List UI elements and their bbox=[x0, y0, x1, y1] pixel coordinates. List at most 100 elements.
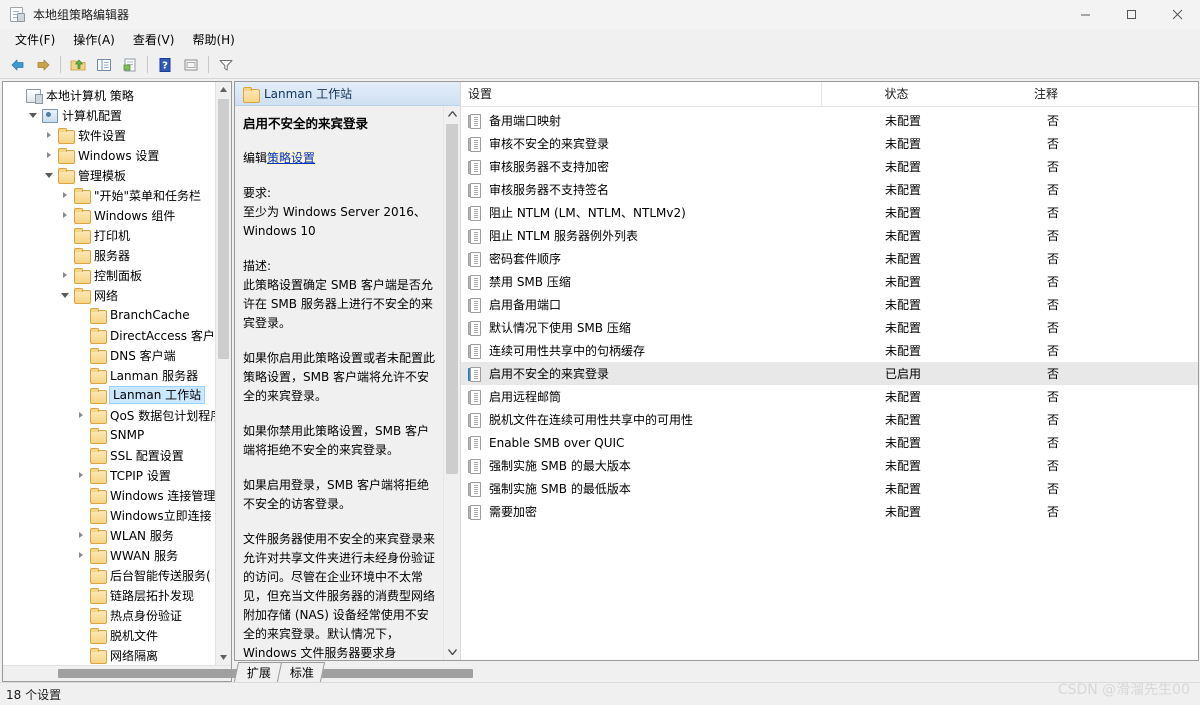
menu-view[interactable]: 查看(V) bbox=[124, 29, 184, 51]
tree-item[interactable]: Windows 组件 bbox=[3, 205, 231, 225]
edit-policy-setting-link[interactable]: 策略设置 bbox=[267, 151, 315, 165]
maximize-button[interactable] bbox=[1108, 0, 1154, 28]
tree-item[interactable]: 计算机配置 bbox=[3, 105, 231, 125]
tree-item[interactable]: 管理模板 bbox=[3, 165, 231, 185]
tree-item[interactable]: 服务器 bbox=[3, 245, 231, 265]
tree-item[interactable]: Windows 连接管理器 bbox=[3, 485, 231, 505]
menu-help[interactable]: 帮助(H) bbox=[183, 29, 243, 51]
chevron-right-icon[interactable] bbox=[73, 547, 89, 563]
close-button[interactable] bbox=[1154, 0, 1200, 28]
tree-horizontal-scrollbar[interactable] bbox=[3, 665, 231, 681]
table-row[interactable]: 启用远程邮筒未配置否 bbox=[461, 385, 1198, 408]
table-row[interactable]: 启用备用端口未配置否 bbox=[461, 293, 1198, 316]
description-vertical-scrollbar[interactable] bbox=[443, 106, 460, 660]
table-row[interactable]: 审核不安全的来宾登录未配置否 bbox=[461, 132, 1198, 155]
table-row[interactable]: 强制实施 SMB 的最低版本未配置否 bbox=[461, 477, 1198, 500]
tree-scrollbar-thumb[interactable] bbox=[218, 99, 229, 359]
table-row[interactable]: 审核服务器不支持签名未配置否 bbox=[461, 178, 1198, 201]
tree-item[interactable]: WLAN 服务 bbox=[3, 525, 231, 545]
window-title: 本地组策略编辑器 bbox=[33, 6, 129, 23]
table-row[interactable]: 备用端口映射未配置否 bbox=[461, 109, 1198, 132]
setting-name-cell: 禁用 SMB 压缩 bbox=[461, 273, 828, 290]
status-text: 18 个设置 bbox=[6, 686, 61, 703]
tree-item[interactable]: SSL 配置设置 bbox=[3, 445, 231, 465]
table-row[interactable]: 脱机文件在连续可用性共享中的可用性未配置否 bbox=[461, 408, 1198, 431]
tree-item[interactable]: Windows立即连接 bbox=[3, 505, 231, 525]
table-row[interactable]: 默认情况下使用 SMB 压缩未配置否 bbox=[461, 316, 1198, 339]
tree-item[interactable]: 软件设置 bbox=[3, 125, 231, 145]
table-row[interactable]: Enable SMB over QUIC未配置否 bbox=[461, 431, 1198, 454]
tree-item[interactable]: 控制面板 bbox=[3, 265, 231, 285]
table-row[interactable]: 连续可用性共享中的句柄缓存未配置否 bbox=[461, 339, 1198, 362]
column-header-state[interactable]: 状态 bbox=[821, 82, 971, 106]
tree-item[interactable]: "开始"菜单和任务栏 bbox=[3, 185, 231, 205]
filter-button[interactable] bbox=[213, 53, 239, 76]
table-row[interactable]: 需要加密未配置否 bbox=[461, 500, 1198, 523]
tab-standard[interactable]: 标准 bbox=[277, 662, 325, 682]
description-scroll-up-icon[interactable] bbox=[444, 106, 460, 122]
export-list-button[interactable] bbox=[117, 53, 143, 76]
tree-vertical-scrollbar[interactable] bbox=[215, 82, 231, 665]
table-row[interactable]: 启用不安全的来宾登录已启用否 bbox=[461, 362, 1198, 385]
tree-item[interactable]: DNS 客户端 bbox=[3, 345, 231, 365]
show-hide-tree-button[interactable] bbox=[91, 53, 117, 76]
chevron-right-icon[interactable] bbox=[57, 267, 73, 283]
tree-item[interactable]: 网络隔离 bbox=[3, 645, 231, 665]
chevron-down-icon[interactable] bbox=[41, 167, 57, 183]
tree-item[interactable]: 脱机文件 bbox=[3, 625, 231, 645]
tree-item[interactable]: 链路层拓扑发现 bbox=[3, 585, 231, 605]
minimize-button[interactable] bbox=[1062, 0, 1108, 28]
column-header-setting[interactable]: 设置 bbox=[461, 82, 821, 106]
chevron-right-icon[interactable] bbox=[41, 127, 57, 143]
table-row[interactable]: 密码套件顺序未配置否 bbox=[461, 247, 1198, 270]
tree-item[interactable]: 后台智能传送服务( bbox=[3, 565, 231, 585]
policy-setting-icon bbox=[468, 298, 482, 312]
column-header-comment[interactable]: 注释 bbox=[971, 82, 1121, 106]
table-row[interactable]: 阻止 NTLM 服务器例外列表未配置否 bbox=[461, 224, 1198, 247]
chevron-down-icon[interactable] bbox=[25, 107, 41, 123]
tree-item[interactable]: WWAN 服务 bbox=[3, 545, 231, 565]
table-row[interactable]: 阻止 NTLM (LM、NTLM、NTLMv2)未配置否 bbox=[461, 201, 1198, 224]
up-one-level-button[interactable] bbox=[65, 53, 91, 76]
table-row[interactable]: 强制实施 SMB 的最大版本未配置否 bbox=[461, 454, 1198, 477]
tree-item[interactable]: 打印机 bbox=[3, 225, 231, 245]
settings-list-column: 设置 状态 注释 备用端口映射未配置否审核不安全的来宾登录未配置否审核服务器不支… bbox=[460, 82, 1198, 660]
chevron-right-icon[interactable] bbox=[73, 527, 89, 543]
tree-item[interactable]: 本地计算机 策略 bbox=[3, 85, 231, 105]
properties-button[interactable] bbox=[178, 53, 204, 76]
tab-extended[interactable]: 扩展 bbox=[234, 662, 282, 682]
table-row[interactable]: 禁用 SMB 压缩未配置否 bbox=[461, 270, 1198, 293]
setting-name-cell: Enable SMB over QUIC bbox=[461, 436, 828, 450]
chevron-right-icon[interactable] bbox=[57, 207, 73, 223]
help-button[interactable]: ? bbox=[152, 53, 178, 76]
tree-item[interactable]: 网络 bbox=[3, 285, 231, 305]
tree-spacer bbox=[73, 307, 89, 323]
setting-name-label: 强制实施 SMB 的最低版本 bbox=[489, 480, 631, 497]
tree-item[interactable]: Windows 设置 bbox=[3, 145, 231, 165]
tree-item[interactable]: Lanman 服务器 bbox=[3, 365, 231, 385]
tree-spacer bbox=[73, 487, 89, 503]
setting-state-cell: 未配置 bbox=[828, 135, 978, 152]
menu-file[interactable]: 文件(F) bbox=[6, 29, 64, 51]
tree-item[interactable]: SNMP bbox=[3, 425, 231, 445]
forward-button[interactable] bbox=[30, 53, 56, 76]
tree-item[interactable]: 热点身份验证 bbox=[3, 605, 231, 625]
chevron-right-icon[interactable] bbox=[57, 187, 73, 203]
description-scroll-down-icon[interactable] bbox=[444, 644, 460, 660]
tree-item[interactable]: QoS 数据包计划程序 bbox=[3, 405, 231, 425]
tree-item[interactable]: TCPIP 设置 bbox=[3, 465, 231, 485]
tree-scroll-up-icon[interactable] bbox=[216, 82, 231, 97]
chevron-down-icon[interactable] bbox=[57, 287, 73, 303]
description-scrollbar-thumb[interactable] bbox=[446, 124, 458, 474]
tree-item[interactable]: DirectAccess 客户端 bbox=[3, 325, 231, 345]
menu-action[interactable]: 操作(A) bbox=[64, 29, 124, 51]
filter-funnel-icon bbox=[217, 57, 235, 73]
chevron-right-icon[interactable] bbox=[41, 147, 57, 163]
back-button[interactable] bbox=[4, 53, 30, 76]
tree-item[interactable]: BranchCache bbox=[3, 305, 231, 325]
chevron-right-icon[interactable] bbox=[73, 407, 89, 423]
table-row[interactable]: 审核服务器不支持加密未配置否 bbox=[461, 155, 1198, 178]
tree-scroll-down-icon[interactable] bbox=[216, 650, 231, 665]
tree-item[interactable]: Lanman 工作站 bbox=[3, 385, 231, 405]
chevron-right-icon[interactable] bbox=[73, 467, 89, 483]
